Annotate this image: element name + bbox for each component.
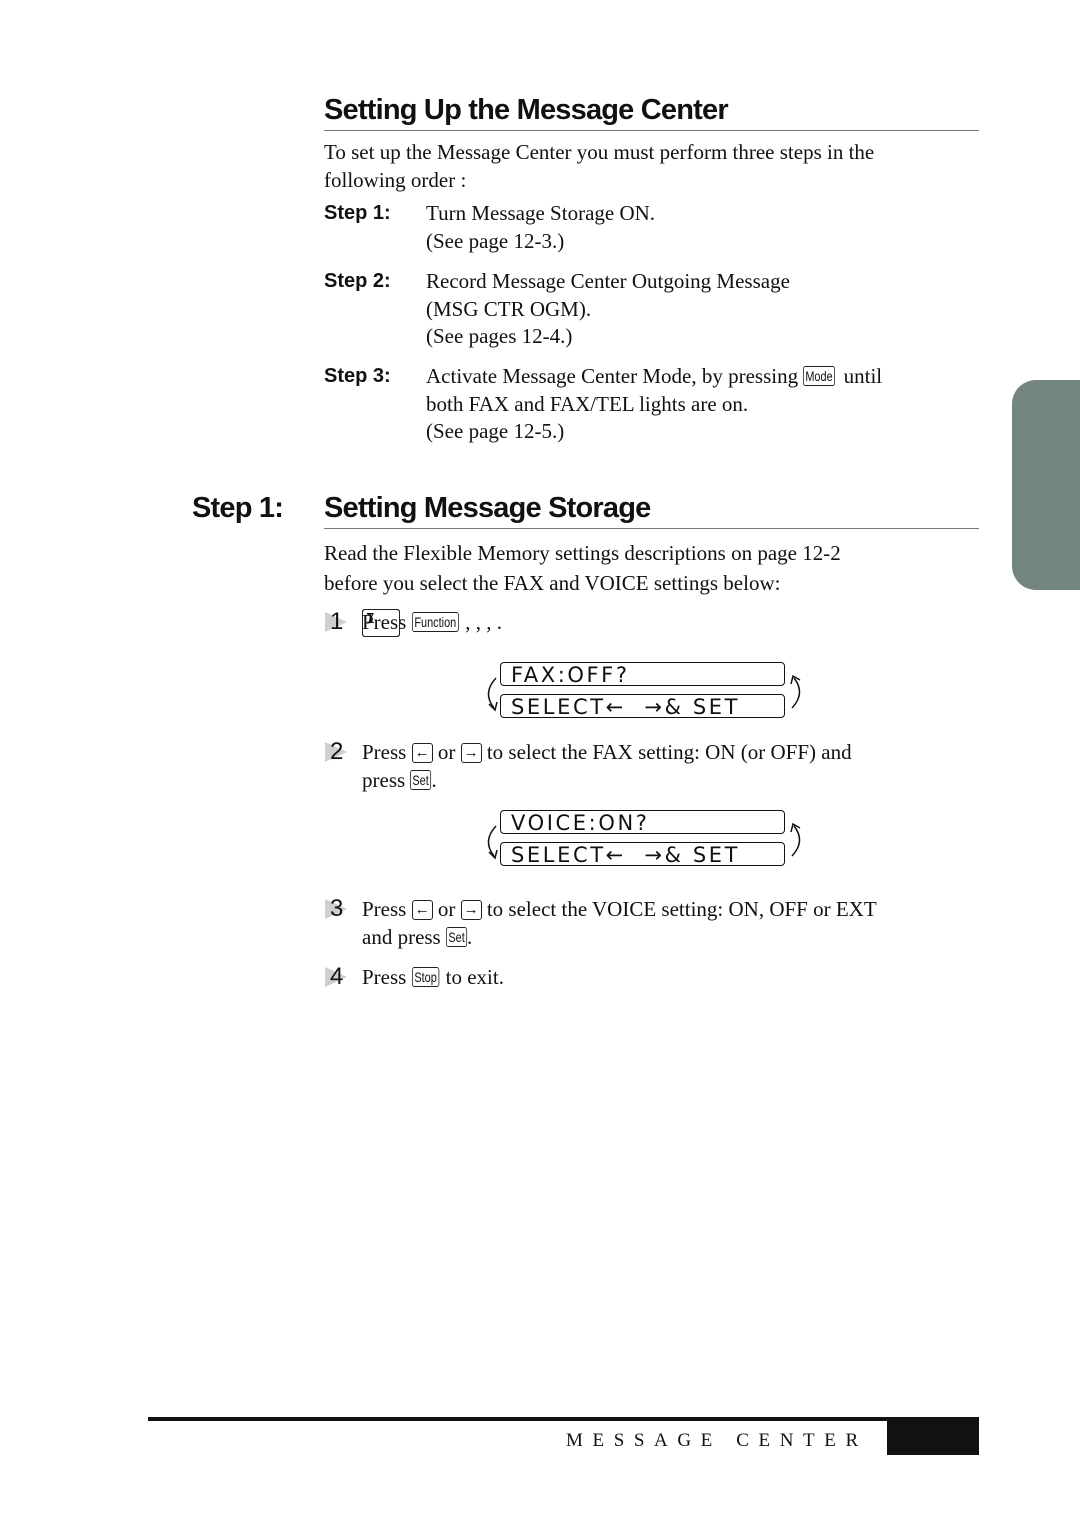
step-text: Turn Message Storage ON. <box>426 201 656 225</box>
text: Activate Message Center Mode, by pressin… <box>426 364 799 388</box>
set-key: Set <box>410 769 432 790</box>
step-text: (MSG CTR OGM). <box>426 296 592 321</box>
period: . <box>496 610 503 634</box>
text: Press <box>362 965 407 989</box>
lcd-line-2: SELECT← →& SET <box>500 842 785 867</box>
stop-key: Stop <box>411 967 439 987</box>
right-arrow-key: → <box>460 900 482 920</box>
page-reference: (See page 12-5.) <box>426 419 565 443</box>
separator: , <box>475 610 482 634</box>
page-reference: (See page 12-3.) <box>426 228 565 253</box>
lcd-display-voice: VOICE:ON? SELECT← →& SET <box>480 810 810 872</box>
left-arrow-key: ← <box>411 900 433 920</box>
lcd-line-2: SELECT← →& SET <box>500 694 785 719</box>
intro-line: before you select the FAX and VOICE sett… <box>324 571 781 595</box>
function-key: Function <box>411 612 459 632</box>
section-intro: To set up the Message Center you must pe… <box>324 138 874 194</box>
subsection-title: Setting Message Storage <box>324 490 979 529</box>
chapter-thumb-tab <box>1012 380 1080 590</box>
step-number: 1 <box>330 608 344 635</box>
intro-line: following order : <box>324 168 467 192</box>
separator: , <box>486 610 492 634</box>
text: or <box>437 897 456 921</box>
text: to select the VOICE setting: ON, OFF or … <box>486 897 877 921</box>
lcd-display-fax: FAX:OFF? SELECT← →& SET <box>480 662 810 724</box>
text: press <box>362 767 406 792</box>
step-number-marker: 1 <box>324 608 354 635</box>
step-label: Step 2: <box>324 270 391 292</box>
text: to exit. <box>445 965 504 989</box>
text: and press <box>362 924 441 949</box>
footer-rule <box>148 1417 979 1421</box>
intro-line: Read the Flexible Memory settings descri… <box>324 541 841 565</box>
lcd-line-1: VOICE:ON? <box>500 810 785 835</box>
text: to select the FAX setting: ON (or OFF) a… <box>486 740 852 764</box>
text: Press <box>362 897 407 921</box>
step-text: Activate Message Center Mode, by pressin… <box>426 363 986 391</box>
set-key: Set <box>445 926 468 947</box>
step-number: 3 <box>330 895 344 922</box>
page-reference: (See pages 12-4.) <box>426 324 573 348</box>
lcd-line-1: FAX:OFF? <box>500 662 785 687</box>
period: . <box>431 767 437 792</box>
page-number-block <box>887 1420 979 1455</box>
text: or <box>437 740 456 764</box>
left-arrow-key: ← <box>411 743 433 763</box>
step-number-marker: 4 <box>324 963 354 990</box>
step-label: Step 3: <box>324 365 391 387</box>
key-1: 1 <box>362 609 400 637</box>
step-number-marker: 3 <box>324 895 354 922</box>
mode-key: Mode <box>803 366 836 386</box>
step-number: 2 <box>330 738 344 765</box>
step-number-marker: 2 <box>324 738 354 765</box>
right-arrow-key: → <box>460 743 482 763</box>
step-label: Step 1: <box>324 202 391 224</box>
section-title: Setting Up the Message Center <box>324 92 979 131</box>
intro-line: To set up the Message Center you must pe… <box>324 140 875 164</box>
step-text: both FAX and FAX/TEL lights are on. <box>426 391 749 416</box>
subsection-step-label: Step 1: <box>192 492 284 524</box>
text: until <box>843 364 883 388</box>
period: . <box>467 924 473 949</box>
separator: , <box>465 610 471 634</box>
text: Press <box>362 740 407 764</box>
step-text: Record Message Center Outgoing Message <box>426 269 790 293</box>
step-number: 4 <box>330 963 344 990</box>
running-footer-title: MESSAGE CENTER <box>566 1430 868 1451</box>
subsection-intro: Read the Flexible Memory settings descri… <box>324 538 841 598</box>
